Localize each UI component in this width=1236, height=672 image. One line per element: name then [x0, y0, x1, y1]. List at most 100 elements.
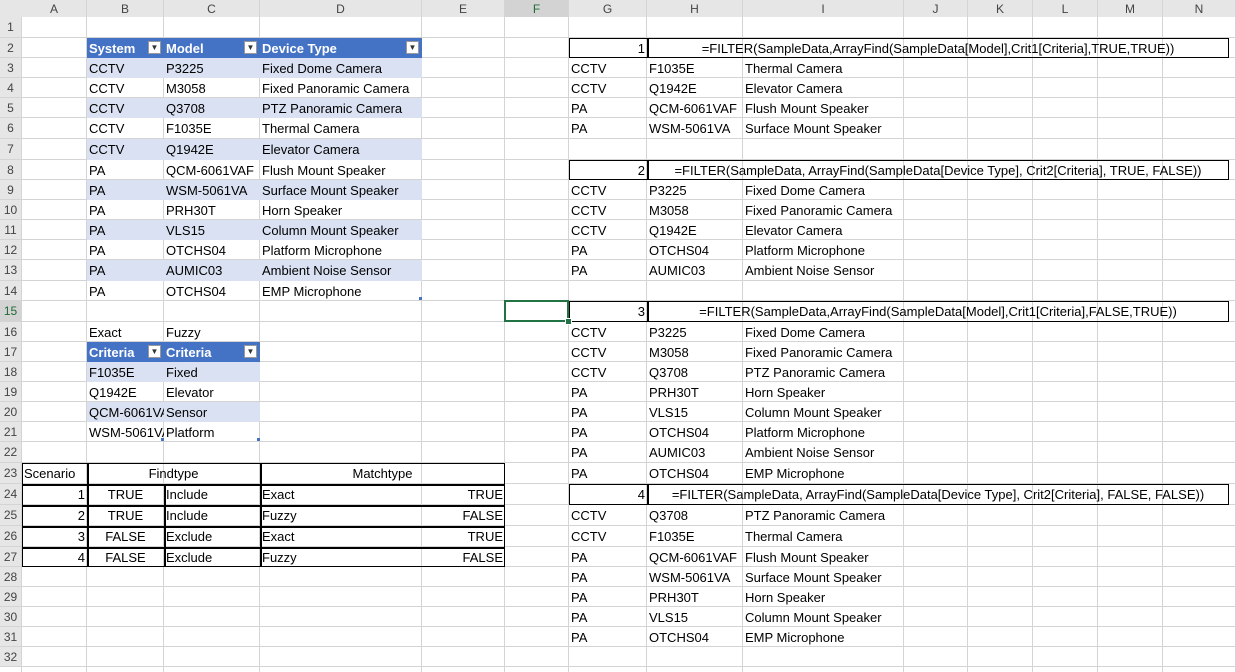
result-cell[interactable]: PA [569, 547, 647, 567]
row-header-27[interactable]: 27 [0, 547, 21, 566]
scenario-number[interactable]: 3 [22, 526, 87, 547]
result-cell[interactable]: CCTV [569, 220, 647, 240]
result-cell[interactable]: Thermal Camera [743, 526, 904, 547]
formula-text[interactable]: =FILTER(SampleData, ArrayFind(SampleData… [647, 484, 1229, 505]
result-cell[interactable]: PA [569, 567, 647, 587]
row-header-25[interactable]: 25 [0, 505, 21, 525]
result-cell[interactable]: AUMIC03 [647, 442, 743, 463]
result-cell[interactable]: OTCHS04 [647, 422, 743, 442]
result-cell[interactable]: Elevator Camera [743, 78, 904, 98]
spreadsheet[interactable]: { "columns": ["A","B","C","D","E","F","G… [0, 0, 1236, 672]
fill-handle[interactable] [565, 318, 572, 325]
matchtype-label[interactable]: Fuzzy [260, 505, 422, 526]
sample-table-cell[interactable]: VLS15 [164, 220, 260, 240]
result-cell[interactable]: Surface Mount Speaker [743, 118, 904, 139]
result-cell[interactable]: Thermal Camera [743, 58, 904, 78]
row-header-13[interactable]: 13 [0, 260, 21, 280]
column-header-m[interactable]: M [1098, 0, 1162, 17]
criteria-cell[interactable]: QCM-6061VAF [87, 402, 164, 422]
filter-dropdown-icon[interactable]: ▼ [148, 345, 161, 358]
sample-table-cell[interactable]: CCTV [87, 98, 164, 118]
findtype-value[interactable]: FALSE [87, 526, 164, 547]
result-cell[interactable]: PRH30T [647, 382, 743, 402]
sample-table-cell[interactable]: Horn Speaker [260, 200, 422, 220]
sample-table-cell[interactable]: PA [87, 180, 164, 200]
result-cell[interactable]: Surface Mount Speaker [743, 567, 904, 587]
row-header-32[interactable]: 32 [0, 647, 21, 666]
result-cell[interactable]: WSM-5061VA [647, 118, 743, 139]
column-header-k[interactable]: K [968, 0, 1032, 17]
result-cell[interactable]: Column Mount Speaker [743, 402, 904, 422]
result-cell[interactable]: PTZ Panoramic Camera [743, 362, 904, 382]
result-cell[interactable]: P3225 [647, 180, 743, 200]
row-header-20[interactable]: 20 [0, 402, 21, 421]
row-header-22[interactable]: 22 [0, 442, 21, 462]
result-cell[interactable]: P3225 [647, 322, 743, 342]
sample-table-cell[interactable]: Q3708 [164, 98, 260, 118]
findtype-value[interactable]: TRUE [87, 484, 164, 505]
result-cell[interactable]: AUMIC03 [647, 260, 743, 281]
criteria-cell[interactable]: Fixed [164, 362, 260, 382]
result-cell[interactable]: PA [569, 260, 647, 281]
sample-table-cell[interactable]: PA [87, 260, 164, 281]
result-cell[interactable]: Platform Microphone [743, 240, 904, 260]
row-header-9[interactable]: 9 [0, 180, 21, 199]
sample-table-cell[interactable]: Ambient Noise Sensor [260, 260, 422, 281]
column-header-c[interactable]: C [164, 0, 259, 17]
column-header-a[interactable]: A [22, 0, 86, 17]
result-cell[interactable]: VLS15 [647, 402, 743, 422]
column-header-e[interactable]: E [422, 0, 504, 17]
sample-table-cell[interactable]: Flush Mount Speaker [260, 160, 422, 180]
sample-table-cell[interactable]: CCTV [87, 58, 164, 78]
findtype-value[interactable]: TRUE [87, 505, 164, 526]
criteria-cell[interactable]: Elevator [164, 382, 260, 402]
result-cell[interactable]: Ambient Noise Sensor [743, 260, 904, 281]
sample-table-cell[interactable]: CCTV [87, 139, 164, 160]
result-cell[interactable]: CCTV [569, 505, 647, 526]
result-cell[interactable]: Elevator Camera [743, 220, 904, 240]
criteria-cell[interactable]: WSM-5061VA [87, 422, 164, 442]
column-header-f[interactable]: F [505, 0, 568, 17]
column-header-h[interactable]: H [647, 0, 742, 17]
scenario-header[interactable]: Scenario [22, 463, 87, 484]
result-cell[interactable]: Q1942E [647, 220, 743, 240]
row-header-16[interactable]: 16 [0, 322, 21, 341]
fuzzy-label[interactable]: Fuzzy [164, 322, 260, 342]
result-cell[interactable]: PA [569, 607, 647, 627]
result-cell[interactable]: PA [569, 382, 647, 402]
result-cell[interactable]: PA [569, 587, 647, 607]
sample-table-cell[interactable]: Platform Microphone [260, 240, 422, 260]
column-header-n[interactable]: N [1163, 0, 1235, 17]
sample-table-cell[interactable]: Q1942E [164, 139, 260, 160]
result-cell[interactable]: QCM-6061VAF [647, 547, 743, 567]
criteria-cell[interactable]: F1035E [87, 362, 164, 382]
matchtype-value[interactable]: TRUE [422, 484, 505, 505]
scenario-number[interactable]: 2 [22, 505, 87, 526]
row-header-17[interactable]: 17 [0, 342, 21, 361]
result-cell[interactable]: EMP Microphone [743, 463, 904, 484]
row-header-21[interactable]: 21 [0, 422, 21, 441]
findtype-value[interactable]: FALSE [87, 547, 164, 567]
row-header-15[interactable]: 15 [0, 301, 21, 321]
sample-table-cell[interactable]: WSM-5061VA [164, 180, 260, 200]
result-cell[interactable]: OTCHS04 [647, 240, 743, 260]
result-cell[interactable]: Horn Speaker [743, 382, 904, 402]
column-header-j[interactable]: J [904, 0, 967, 17]
active-cell[interactable] [504, 300, 569, 322]
sample-table-cell[interactable]: OTCHS04 [164, 240, 260, 260]
row-header-28[interactable]: 28 [0, 567, 21, 586]
result-number[interactable]: 2 [569, 160, 647, 180]
sample-table-cell[interactable]: CCTV [87, 78, 164, 98]
result-cell[interactable]: Horn Speaker [743, 587, 904, 607]
sample-table-cell[interactable]: Fixed Panoramic Camera [260, 78, 422, 98]
findtype-label[interactable]: Exclude [164, 547, 260, 567]
matchtype-value[interactable]: FALSE [422, 547, 505, 567]
result-cell[interactable]: PTZ Panoramic Camera [743, 505, 904, 526]
result-cell[interactable]: PA [569, 98, 647, 118]
scenario-number[interactable]: 4 [22, 547, 87, 567]
row-header-14[interactable]: 14 [0, 281, 21, 300]
sample-table-cell[interactable]: CCTV [87, 118, 164, 139]
column-header-b[interactable]: B [87, 0, 163, 17]
row-header-12[interactable]: 12 [0, 240, 21, 259]
table-resize-handle[interactable] [161, 438, 164, 441]
